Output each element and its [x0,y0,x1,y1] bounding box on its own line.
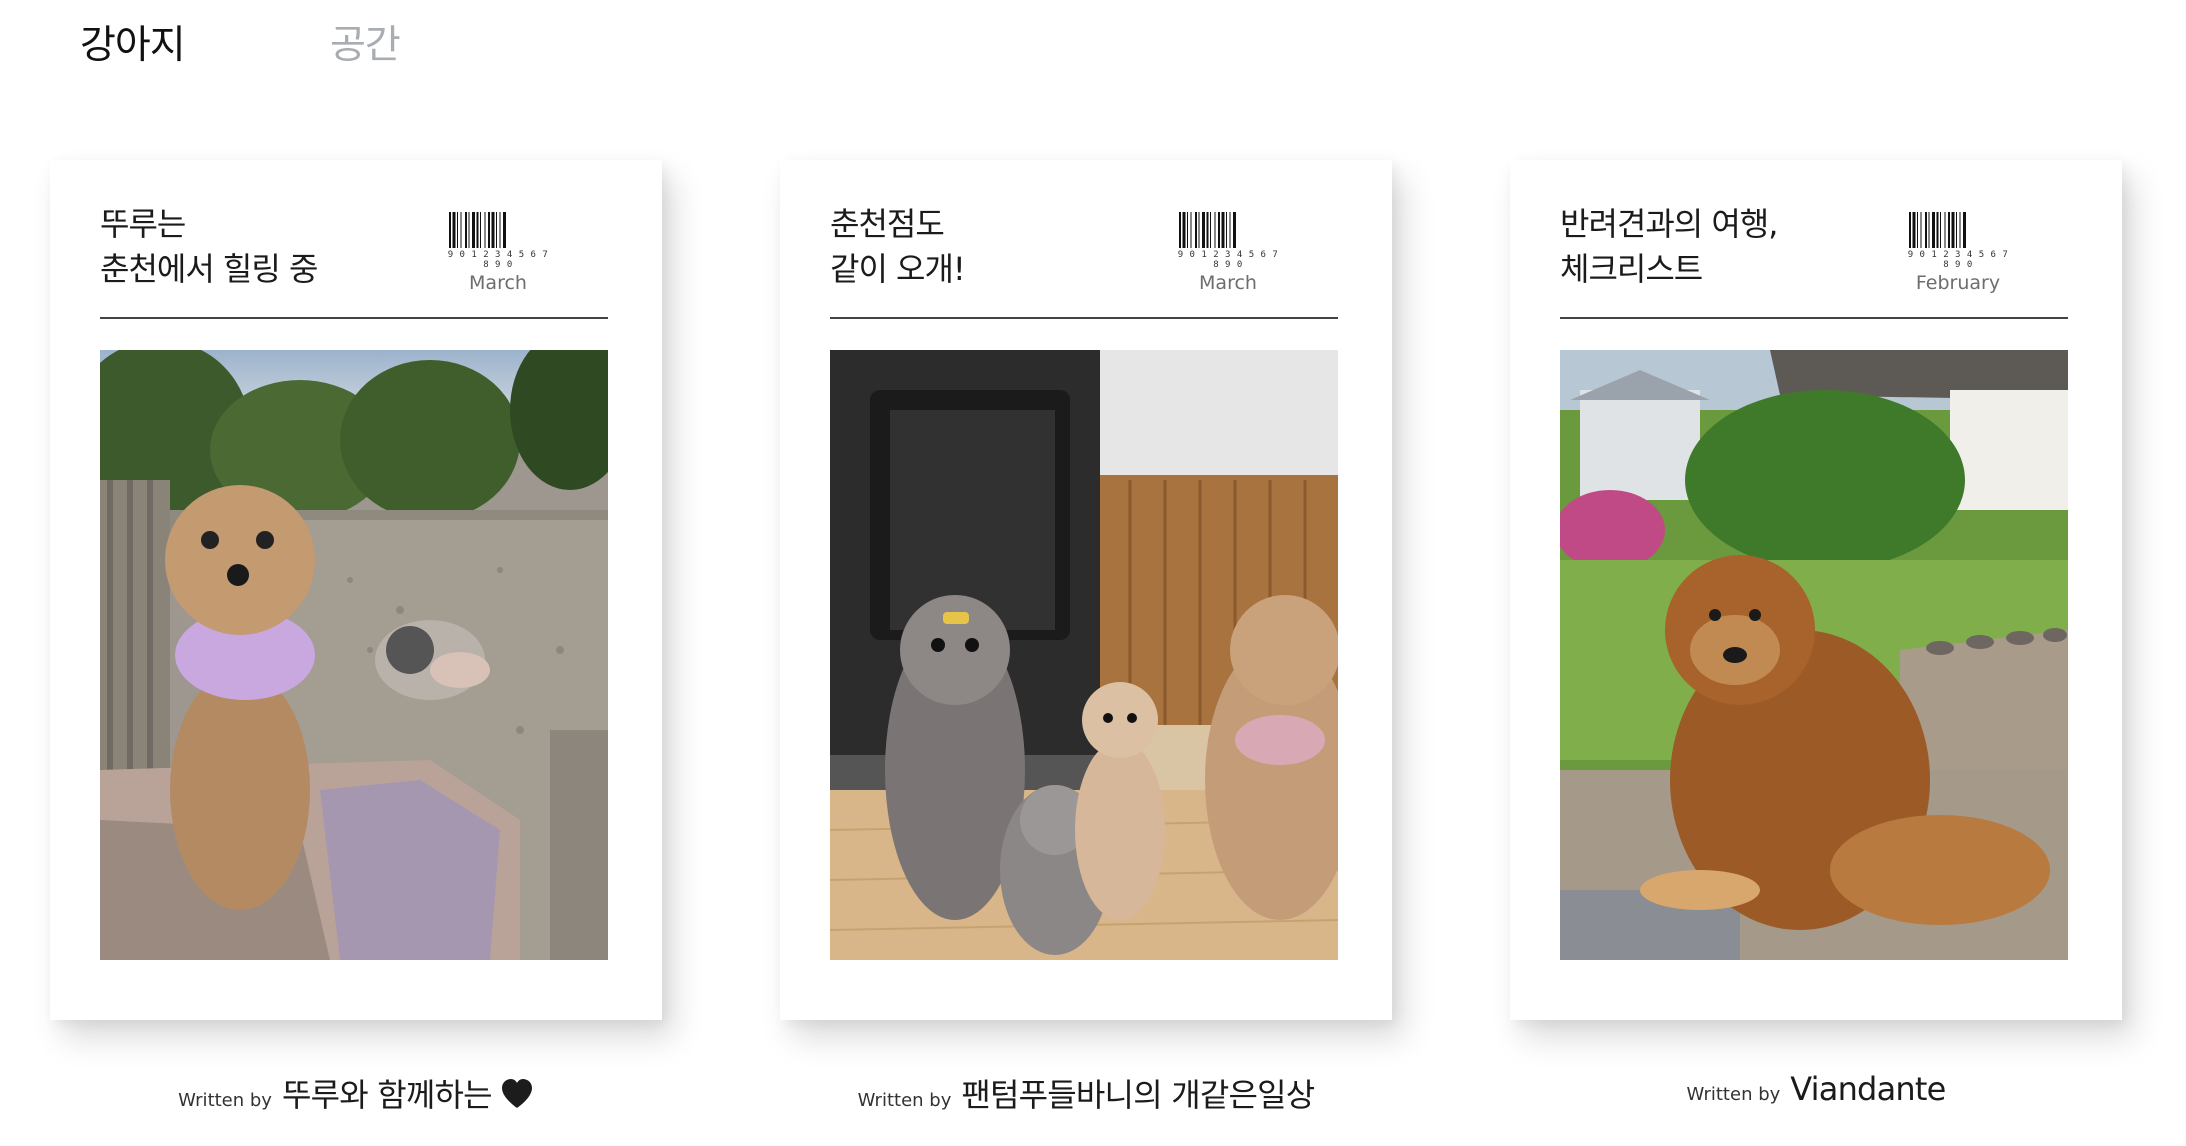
divider [1560,317,2068,319]
card-title-line: 춘천점도 [830,205,945,243]
byline: Written by 팬텀푸들바니의 개같은일상 [736,1070,1436,1116]
author-name[interactable]: Viandante [1790,1070,1946,1108]
magazine-card-cover[interactable]: 반려견과의 여행, 체크리스트 9 0 1 2 3 4 5 6 7 8 9 0 … [1510,160,2122,1020]
card-title: 반려견과의 여행, 체크리스트 [1560,202,1940,292]
barcode-digits: 9 0 1 2 3 4 5 6 7 8 9 0 [447,250,549,270]
divider [100,317,608,319]
author-name[interactable]: 팬텀푸들바니의 개같은일상 [961,1076,1315,1114]
magazine-card-cover[interactable]: 춘천점도 같이 오개! 9 0 1 2 3 4 5 6 7 8 9 0 Marc… [780,160,1392,1020]
barcode-digits: 9 0 1 2 3 4 5 6 7 8 9 0 [1907,250,2009,270]
magazine-card-2: 춘천점도 같이 오개! 9 0 1 2 3 4 5 6 7 8 9 0 Marc… [780,160,1392,1114]
card-title-line: 뚜루는 [100,205,186,243]
card-title: 춘천점도 같이 오개! [830,202,1210,292]
card-photo [830,350,1338,960]
dog-in-garden-photo [1560,350,2068,960]
magazine-card-1: 뚜루는 춘천에서 힐링 중 9 0 1 2 3 4 5 6 7 8 9 0 Ma… [50,160,662,1114]
tab-dogs[interactable]: 강아지 [80,14,186,70]
magazine-card-3: 반려견과의 여행, 체크리스트 9 0 1 2 3 4 5 6 7 8 9 0 … [1510,160,2122,1108]
card-photo [100,350,608,960]
card-title-line: 반려견과의 여행, [1560,205,1778,243]
card-title-line: 춘천에서 힐링 중 [100,250,318,288]
issue-month: February [1915,272,2001,294]
magazine-card-cover[interactable]: 뚜루는 춘천에서 힐링 중 9 0 1 2 3 4 5 6 7 8 9 0 Ma… [50,160,662,1020]
card-title: 뚜루는 춘천에서 힐링 중 [100,202,480,292]
byline: Written by Viandante [1466,1070,2166,1108]
barcode-digits: 9 0 1 2 3 4 5 6 7 8 9 0 [1177,250,1279,270]
four-poodles-by-stove-photo [830,350,1338,960]
issue-month: March [469,272,527,294]
barcode-icon [449,212,506,248]
divider [830,317,1338,319]
card-title-line: 체크리스트 [1560,250,1703,288]
issue-month: March [1199,272,1257,294]
card-title-line: 같이 오개! [830,250,966,288]
barcode-icon [1179,212,1236,248]
poodle-on-bench-photo [100,350,608,960]
written-by-label: Written by [1686,1084,1781,1105]
tab-spaces[interactable]: 공간 [330,14,401,70]
barcode-icon [1909,212,1966,248]
written-by-label: Written by [857,1090,952,1111]
card-photo [1560,350,2068,960]
written-by-label: Written by [178,1090,272,1111]
black-heart-icon [501,1079,532,1108]
author-name[interactable]: 뚜루와 함께하는 [282,1076,493,1114]
byline: Written by 뚜루와 함께하는 [6,1070,706,1116]
